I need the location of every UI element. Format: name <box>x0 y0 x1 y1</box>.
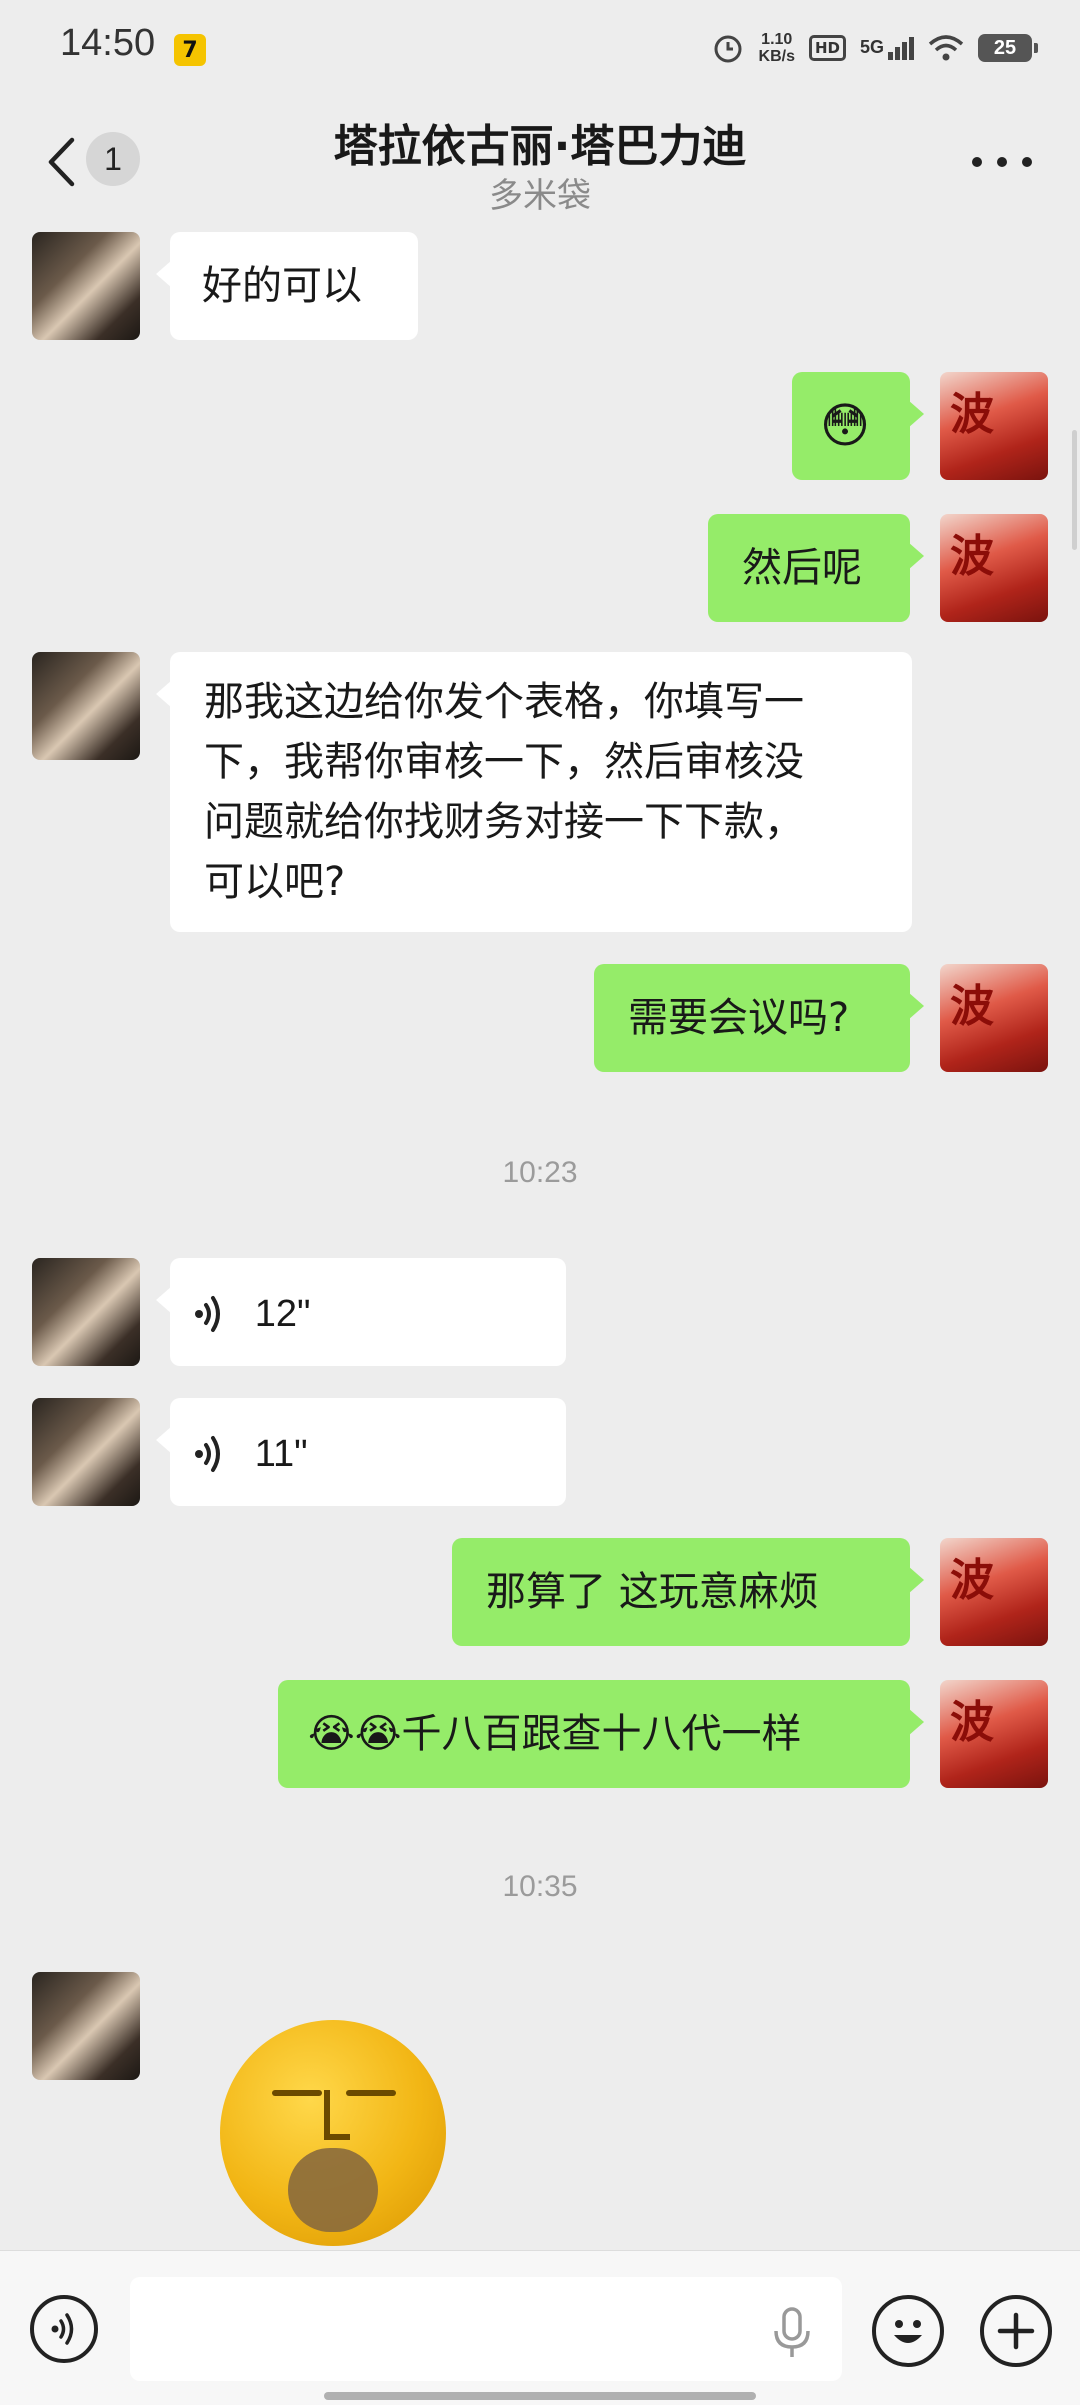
dot-icon <box>1022 157 1032 167</box>
voice-input-button[interactable] <box>30 2295 98 2363</box>
hd-icon: HD <box>808 35 846 61</box>
dot-icon <box>997 157 1007 167</box>
my-avatar[interactable]: 波 <box>940 964 1048 1072</box>
message-bubble-sent[interactable]: 需要会议吗? <box>594 964 924 1072</box>
sticker-eye <box>346 2090 396 2096</box>
message-bubble-received[interactable]: 好的可以 <box>156 232 418 340</box>
dot-icon <box>972 157 982 167</box>
emoji-button[interactable] <box>872 2295 944 2367</box>
alarm-icon <box>714 35 742 63</box>
network-speed: 1.10 KB/s <box>759 31 795 65</box>
contact-avatar[interactable] <box>32 1972 140 2080</box>
microphone-icon[interactable] <box>770 2307 814 2359</box>
plus-icon <box>997 2312 1035 2350</box>
chat-subtitle: 多米袋 <box>489 176 591 216</box>
chat-header: 塔拉依古丽·塔巴力迪 多米袋 <box>0 92 1080 230</box>
network-speed-unit: KB/s <box>758 48 795 65</box>
message-bubble-sent[interactable]: 那算了 这玩意麻烦 <box>452 1538 924 1646</box>
my-avatar[interactable]: 波 <box>940 1680 1048 1788</box>
voice-duration: 11" <box>254 1433 308 1475</box>
scrollbar[interactable] <box>1072 430 1077 550</box>
voice-wave-icon <box>195 1436 220 1472</box>
my-avatar-glyph: 波 <box>950 981 994 1032</box>
message-text: 然后呢 <box>742 545 862 591</box>
sticker-nose <box>324 2134 350 2140</box>
app-notification-icon: 7 <box>174 34 206 66</box>
contact-avatar[interactable] <box>32 232 140 340</box>
message-text: 那算了 这玩意麻烦 <box>486 1569 819 1615</box>
voice-message-bubble[interactable]: 11" <box>156 1398 566 1506</box>
contact-avatar[interactable] <box>32 1398 140 1506</box>
message-input[interactable] <box>130 2277 842 2381</box>
cellular-signal-icon: 5G <box>859 36 914 60</box>
message-bubble-sent[interactable]: 😳 <box>792 372 924 480</box>
status-icons: 1.10 KB/s HD 5G 25 <box>711 28 1038 68</box>
more-options-button[interactable] <box>972 152 1032 172</box>
message-text-line: 问题就给你找财务对接一下下款， <box>204 799 804 845</box>
voice-message-bubble[interactable]: 12" <box>156 1258 566 1366</box>
network-type-label: 5G <box>859 36 884 57</box>
status-bar: 14:50 7 1.10 KB/s HD 5G 25 <box>0 0 1080 92</box>
my-avatar-glyph: 波 <box>950 389 994 440</box>
my-avatar-glyph: 波 <box>950 1697 994 1748</box>
network-speed-value: 1.10 <box>761 31 793 48</box>
unread-count-badge[interactable]: 1 <box>86 132 140 186</box>
message-bubble-sent[interactable]: 然后呢 <box>708 514 924 622</box>
input-bar <box>0 2250 1080 2405</box>
message-text-line: 下，我帮你审核一下，然后审核没 <box>204 739 804 785</box>
voice-wave-icon <box>195 1296 220 1332</box>
chat-title: 塔拉依古丽·塔巴力迪 <box>333 121 747 172</box>
message-text: 千八百跟查十八代一样 <box>401 1711 802 1757</box>
my-avatar[interactable]: 波 <box>940 1538 1048 1646</box>
message-text-line: 那我这边给你发个表格，你填写一 <box>204 679 804 725</box>
battery-icon: 25 <box>978 34 1038 62</box>
message-text: 需要会议吗? <box>628 995 850 1041</box>
message-text: 好的可以 <box>202 263 362 309</box>
more-functions-button[interactable] <box>980 2295 1052 2367</box>
smiley-icon <box>894 2320 922 2343</box>
my-avatar-glyph: 波 <box>950 1555 994 1606</box>
voice-wave-icon <box>51 2313 74 2345</box>
message-text-line: 可以吧? <box>204 859 346 905</box>
voice-duration: 12" <box>254 1293 311 1335</box>
contact-avatar[interactable] <box>32 652 140 760</box>
my-avatar[interactable]: 波 <box>940 372 1048 480</box>
message-timestamp: 10:35 <box>502 1870 578 1903</box>
my-avatar-glyph: 波 <box>950 531 994 582</box>
home-indicator[interactable] <box>324 2392 756 2400</box>
sticker-nose <box>324 2090 330 2140</box>
message-bubble-received[interactable]: 那我这边给你发个表格，你填写一 下，我帮你审核一下，然后审核没 问题就给你找财务… <box>156 652 912 932</box>
message-timestamp: 10:23 <box>502 1156 578 1189</box>
sticker-mouth <box>288 2148 378 2232</box>
sticker-eye <box>272 2090 322 2096</box>
flushed-emoji: 😳 <box>820 398 871 454</box>
my-avatar[interactable]: 波 <box>940 514 1048 622</box>
status-time: 14:50 <box>60 22 156 64</box>
contact-avatar[interactable] <box>32 1258 140 1366</box>
crying-emoji: 😭😭 <box>308 1711 402 1757</box>
message-bubble-sent[interactable]: 😭😭千八百跟查十八代一样 <box>278 1680 924 1788</box>
sticker-message[interactable] <box>220 2020 446 2246</box>
wifi-icon <box>928 35 964 61</box>
